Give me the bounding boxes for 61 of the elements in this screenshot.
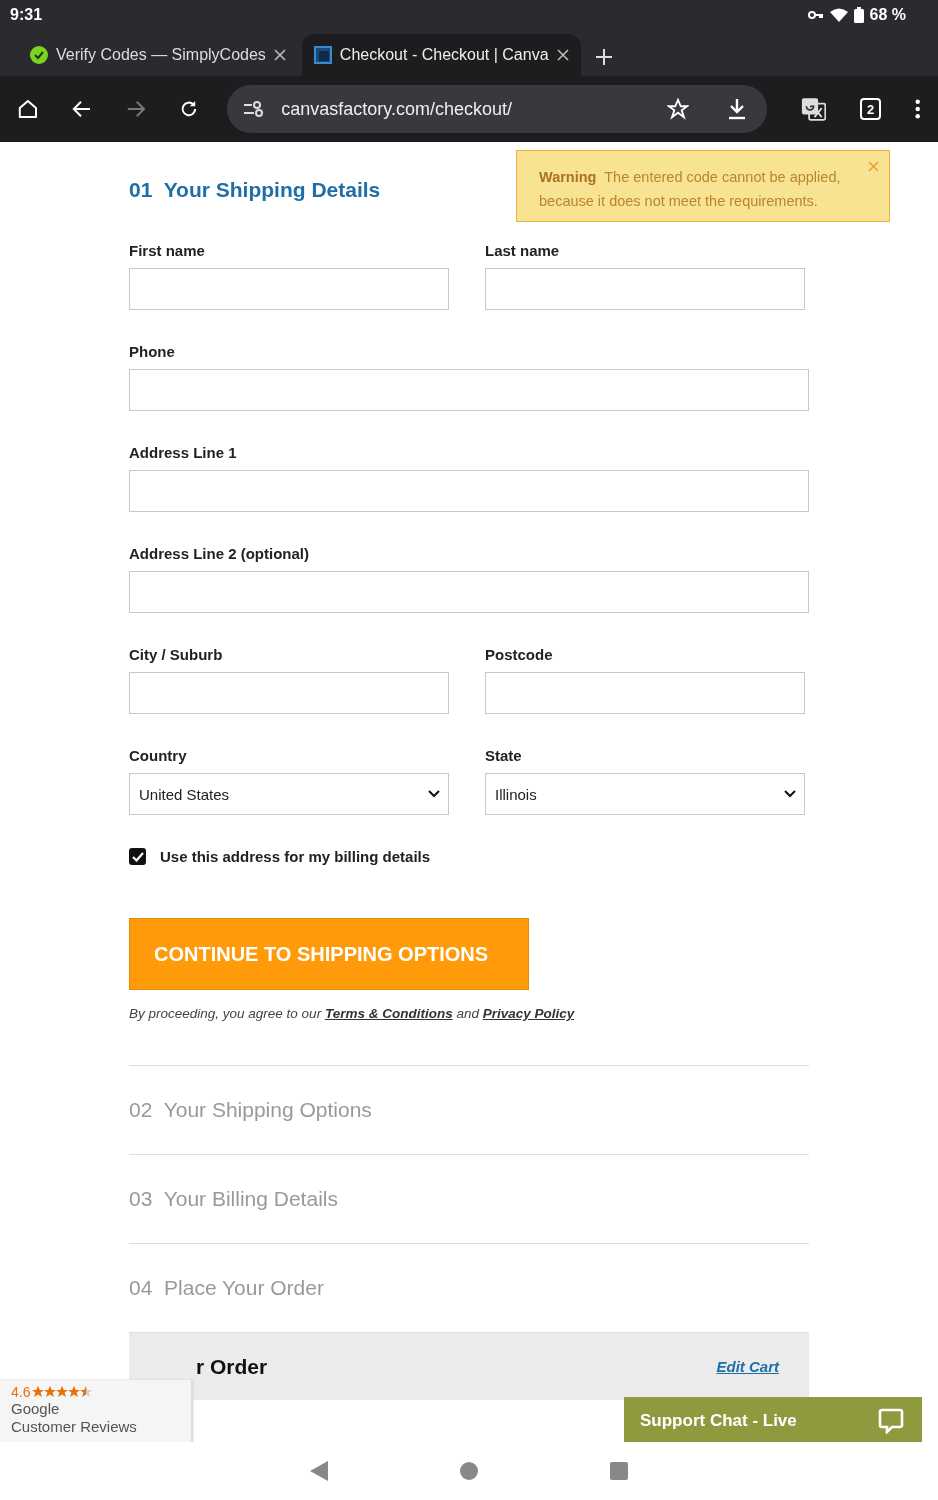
privacy-link[interactable]: Privacy Policy	[482, 1006, 575, 1021]
key-icon	[807, 10, 824, 20]
dropdown-field[interactable]: United States	[129, 773, 449, 815]
home-icon[interactable]	[18, 98, 38, 120]
chat-bubble-icon	[878, 1407, 904, 1434]
input-field[interactable]	[129, 268, 449, 310]
rating-value: 4.6	[11, 1384, 31, 1400]
step-heading: 04 Place Your Order	[129, 1276, 324, 1300]
input-field[interactable]	[485, 672, 805, 714]
agreement-text: By proceeding, you agree to our Terms & Conditions and Privacy Policy	[129, 1006, 576, 1021]
input-field[interactable]	[129, 672, 449, 714]
back-nav-icon[interactable]	[310, 1461, 328, 1481]
address-bar[interactable]: canvasfactory.com/checkout/	[227, 85, 768, 133]
review-source: Google	[11, 1400, 61, 1418]
terms-link[interactable]: Terms & Conditions	[324, 1006, 453, 1021]
field-label: Address Line 2 (optional)	[129, 545, 310, 563]
translate-icon[interactable]	[801, 96, 827, 122]
reviews-badge[interactable]: 4.6 Google Customer Reviews	[0, 1380, 193, 1442]
back-arrow-icon[interactable]	[71, 98, 92, 120]
chevron-down-icon	[784, 790, 796, 798]
tab-count-button[interactable]: 2	[860, 98, 881, 120]
close-icon[interactable]	[273, 49, 286, 61]
browser-tab[interactable]: Verify Codes — SimplyCodes	[18, 34, 298, 76]
forward-arrow-icon[interactable]	[125, 98, 146, 120]
order-title: r Order	[196, 1354, 268, 1379]
field-label: Country	[129, 747, 188, 765]
menu-icon[interactable]	[914, 98, 920, 120]
home-nav-icon[interactable]	[460, 1462, 478, 1480]
field-label: City / Suburb	[129, 646, 224, 664]
square-logo-icon	[313, 46, 332, 64]
checkmark-logo-icon	[30, 46, 48, 64]
close-icon[interactable]	[556, 49, 569, 61]
browser-tab[interactable]: Checkout - Checkout | Canva	[301, 34, 581, 76]
warning-text: Warning The entered code cannot be applied, because it does not meet the requirements.	[539, 168, 842, 211]
new-tab-icon[interactable]	[594, 48, 613, 66]
site-settings-icon[interactable]	[243, 101, 264, 117]
section-heading: 01 Your Shipping Details	[129, 178, 381, 202]
dropdown-field[interactable]: Illinois	[485, 773, 805, 815]
step-heading: 03 Your Billing Details	[129, 1187, 338, 1211]
edit-cart-link[interactable]: Edit Cart	[716, 1358, 779, 1375]
input-field[interactable]	[485, 268, 805, 310]
field-label: State	[485, 747, 523, 765]
input-field[interactable]	[129, 369, 809, 411]
checkbox[interactable]	[129, 848, 146, 865]
battery-level: 68 %	[869, 6, 906, 24]
star-icon[interactable]	[667, 98, 690, 120]
wifi-icon	[829, 8, 848, 22]
field-label: First name	[129, 242, 206, 260]
step-heading: 02 Your Shipping Options	[129, 1098, 372, 1122]
field-label: Postcode	[485, 646, 554, 664]
review-label: Customer Reviews	[11, 1418, 138, 1436]
field-label: Phone	[129, 343, 176, 361]
checkbox-label: Use this address for my billing details	[160, 848, 431, 865]
chevron-down-icon	[428, 790, 440, 798]
input-field[interactable]	[129, 470, 809, 512]
status-time: 9:31	[10, 6, 43, 24]
field-label: Last name	[485, 242, 561, 260]
download-icon[interactable]	[727, 98, 748, 120]
field-label: Address Line 1	[129, 444, 238, 462]
input-field[interactable]	[129, 571, 809, 613]
battery-icon	[853, 7, 864, 23]
